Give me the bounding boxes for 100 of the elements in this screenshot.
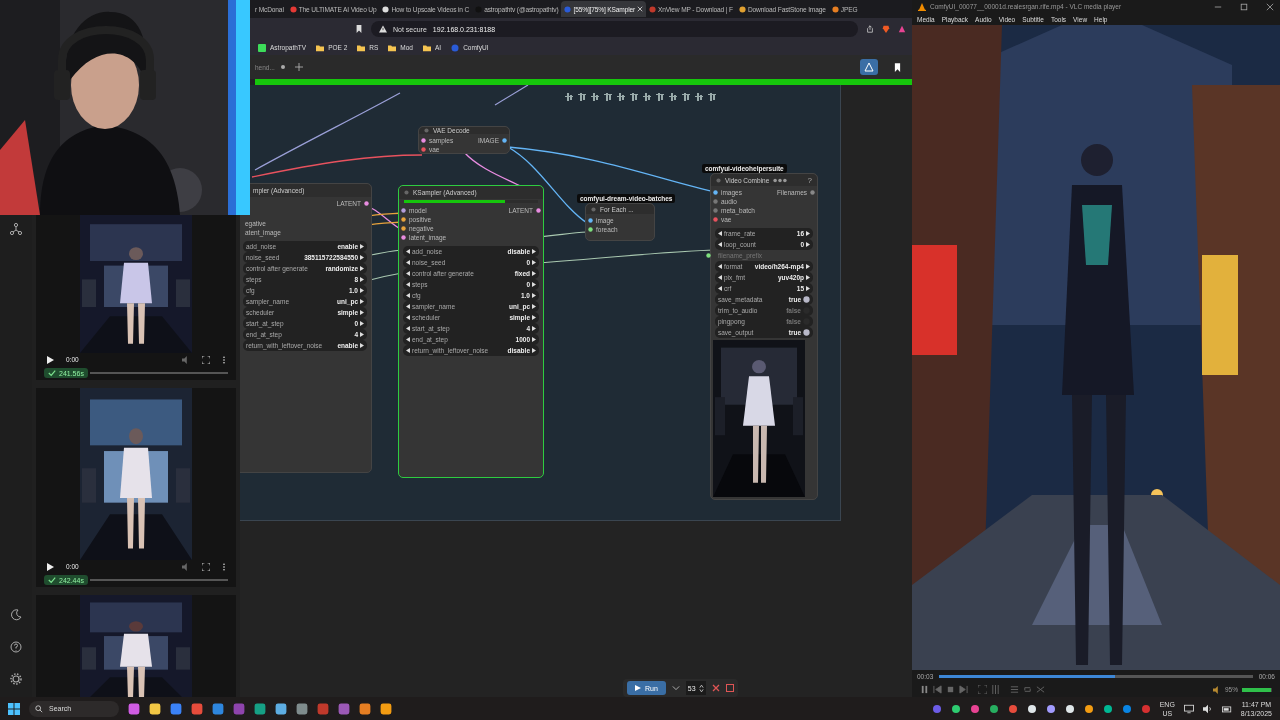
- tray-icon[interactable]: [950, 703, 961, 714]
- align-icon[interactable]: [656, 93, 664, 101]
- folder-icon: [423, 43, 431, 52]
- app-icon[interactable]: [212, 702, 224, 715]
- input-slot[interactable]: [401, 226, 406, 231]
- cancel-icon[interactable]: [711, 684, 720, 692]
- check-icon: [48, 576, 56, 584]
- maximize-icon[interactable]: [1240, 2, 1248, 11]
- input-slot[interactable]: [401, 217, 406, 222]
- volume-icon[interactable]: [182, 562, 190, 571]
- collapse-dot[interactable]: [404, 190, 409, 195]
- close-icon[interactable]: [1266, 2, 1274, 11]
- graph-node[interactable]: [240, 183, 372, 473]
- previous-icon[interactable]: [933, 685, 942, 694]
- align-icon[interactable]: [630, 93, 638, 101]
- graph-node[interactable]: [398, 185, 544, 478]
- site-icon: [738, 5, 746, 13]
- play-icon: [635, 685, 641, 691]
- pause-icon[interactable]: [920, 685, 929, 694]
- nodes-icon[interactable]: [10, 223, 22, 235]
- align-icon[interactable]: [643, 93, 651, 101]
- play-icon[interactable]: [46, 355, 54, 364]
- output-slot[interactable]: [536, 208, 541, 213]
- app-icon[interactable]: [191, 702, 203, 715]
- align-icon[interactable]: [604, 93, 612, 101]
- output-slot[interactable]: [364, 201, 369, 206]
- equalizer-icon[interactable]: [991, 685, 1000, 694]
- align-icon[interactable]: [565, 93, 573, 101]
- close-icon[interactable]: [637, 6, 644, 12]
- badge-icons: [773, 177, 788, 183]
- output-slot[interactable]: [810, 190, 815, 196]
- align-icon[interactable]: [669, 93, 677, 101]
- tray-icon[interactable]: [988, 703, 999, 714]
- start-icon[interactable]: [8, 702, 20, 715]
- input-slot[interactable]: [713, 208, 718, 214]
- align-icon[interactable]: [578, 93, 586, 101]
- output-slot[interactable]: [502, 138, 507, 143]
- input-slot[interactable]: [401, 208, 406, 213]
- more-icon[interactable]: [222, 355, 226, 364]
- graph-button[interactable]: [860, 59, 878, 75]
- moon-icon[interactable]: [10, 609, 22, 621]
- more-icon[interactable]: [222, 562, 226, 571]
- tray-icon[interactable]: [1026, 703, 1037, 714]
- play-icon[interactable]: [46, 562, 54, 571]
- app-icon[interactable]: [170, 702, 182, 715]
- triangle-icon[interactable]: [898, 25, 906, 33]
- app-icon[interactable]: [359, 702, 371, 715]
- toggle-switch[interactable]: [803, 296, 810, 304]
- triangle-icon: [864, 62, 874, 72]
- input-slot[interactable]: [706, 253, 711, 259]
- tray-icon[interactable]: [1064, 703, 1075, 714]
- align-icon[interactable]: [591, 93, 599, 101]
- app-icon[interactable]: [149, 702, 161, 715]
- caret-icon[interactable]: [671, 684, 680, 692]
- settings-icon[interactable]: [10, 673, 22, 685]
- input-slot[interactable]: [421, 138, 426, 143]
- site-icon: [451, 43, 460, 52]
- align-icon[interactable]: [695, 93, 703, 101]
- input-slot[interactable]: [421, 147, 426, 152]
- toggle-switch[interactable]: [803, 329, 810, 337]
- input-slot[interactable]: [588, 227, 593, 232]
- input-slot[interactable]: [401, 235, 406, 240]
- cone-icon: [918, 2, 926, 11]
- app-icon[interactable]: [254, 702, 266, 715]
- warning-icon: [379, 25, 387, 33]
- tray-icon[interactable]: [1102, 703, 1113, 714]
- help-icon[interactable]: [10, 641, 22, 653]
- site-icon: [649, 5, 657, 13]
- input-slot[interactable]: [713, 199, 718, 205]
- input-slot[interactable]: [713, 190, 718, 196]
- collapse-dot[interactable]: [424, 128, 429, 133]
- collapse-dot[interactable]: [716, 177, 721, 183]
- tray-icon[interactable]: [1083, 703, 1094, 714]
- share-icon[interactable]: [866, 25, 874, 33]
- input-slot[interactable]: [588, 218, 593, 223]
- add-icon[interactable]: [294, 63, 303, 71]
- collapse-dot[interactable]: [591, 206, 596, 212]
- input-slot[interactable]: [713, 217, 718, 223]
- volume-icon[interactable]: [182, 355, 190, 364]
- monitor-icon[interactable]: [1183, 703, 1194, 714]
- app-icon[interactable]: [128, 702, 140, 715]
- stepper-icon[interactable]: [698, 683, 704, 693]
- align-icon[interactable]: [708, 93, 716, 101]
- tray-icon[interactable]: [1045, 703, 1056, 714]
- seek-bar[interactable]: [939, 674, 1253, 678]
- battery-icon[interactable]: [1221, 703, 1232, 714]
- playlist-icon[interactable]: [1010, 685, 1019, 694]
- check-icon: [48, 369, 56, 377]
- help-mark[interactable]: ?: [807, 175, 812, 185]
- align-icon[interactable]: [682, 93, 690, 101]
- next-icon[interactable]: [959, 685, 968, 694]
- stop-icon[interactable]: [946, 685, 955, 694]
- bookmark-icon[interactable]: [355, 25, 363, 33]
- app-icon[interactable]: [275, 702, 287, 715]
- app-icon[interactable]: [380, 702, 392, 715]
- speaker-icon[interactable]: [1213, 685, 1221, 694]
- align-icon[interactable]: [617, 93, 625, 101]
- app-icon[interactable]: [296, 702, 308, 715]
- stop-icon[interactable]: [725, 684, 734, 692]
- speaker-icon[interactable]: [1202, 703, 1213, 714]
